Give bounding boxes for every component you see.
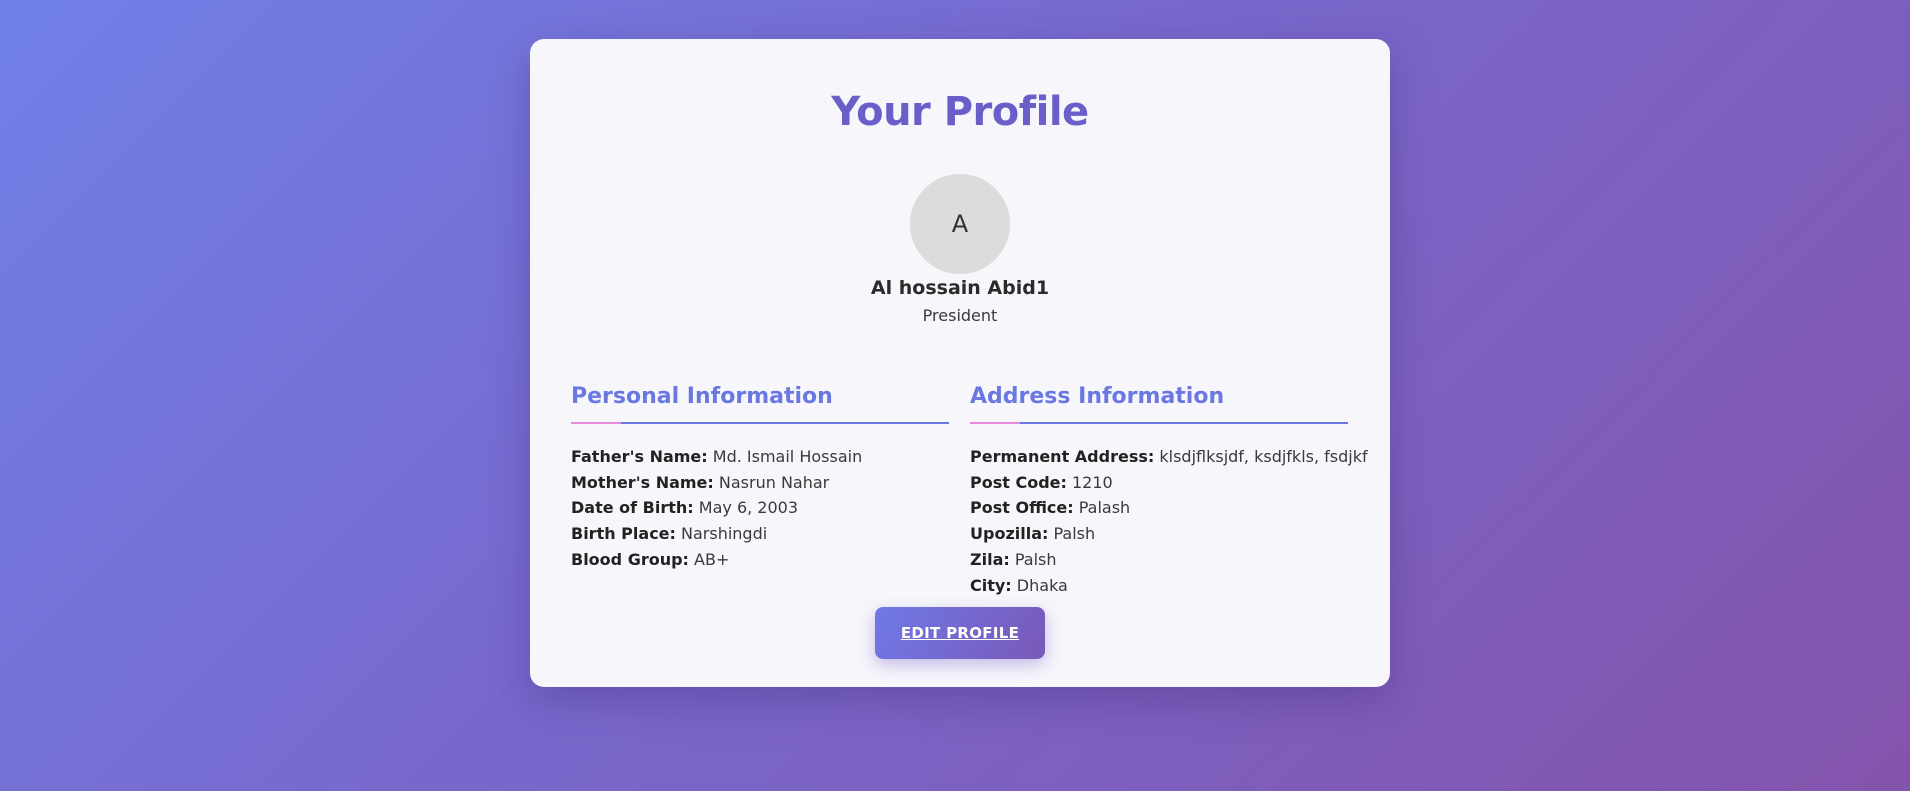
info-value: Narshingdi	[681, 524, 768, 544]
info-row-date-of-birth: Date of Birth: May 6, 2003	[571, 495, 949, 521]
info-value: 1210	[1072, 472, 1113, 492]
info-row-zila: Zila: Palsh	[970, 547, 1348, 573]
info-label: Blood Group:	[571, 549, 689, 569]
info-label: City:	[970, 575, 1012, 595]
page-title: Your Profile	[831, 89, 1089, 135]
info-value: Nasrun Nahar	[718, 472, 830, 492]
profile-card: Your Profile A Al hossain Abid1 Presiden…	[530, 39, 1390, 687]
info-row-city: City: Dhaka	[970, 573, 1348, 599]
section-divider	[970, 422, 1348, 424]
info-label: Mother's Name:	[571, 472, 714, 492]
section-title-personal: Personal Information	[571, 384, 833, 409]
info-value: klsdjflksjdf, ksdjfkls, fsdjkf	[1159, 447, 1368, 466]
avatar-initial: A	[951, 210, 969, 238]
info-label: Birth Place:	[571, 524, 676, 544]
personal-information-section: Personal Information Father's Name: Md. …	[571, 382, 949, 573]
section-divider	[571, 422, 949, 424]
info-label: Upozilla:	[970, 524, 1049, 544]
avatar: A	[910, 174, 1010, 274]
info-label: Post Office:	[970, 498, 1074, 518]
info-row-upozilla: Upozilla: Palsh	[970, 521, 1348, 547]
info-value: AB+	[694, 549, 730, 569]
info-row-post-code: Post Code: 1210	[970, 470, 1348, 496]
edit-profile-button[interactable]: EDIT PROFILE	[875, 607, 1045, 659]
info-value: Md. Ismail Hossain	[712, 447, 863, 466]
info-label: Date of Birth:	[571, 498, 694, 518]
info-value: Palsh	[1053, 524, 1096, 544]
info-row-birth-place: Birth Place: Narshingdi	[571, 521, 949, 547]
info-row-permanent-address: Permanent Address: klsdjflksjdf, ksdjfkl…	[970, 444, 1368, 470]
info-label: Permanent Address:	[970, 447, 1155, 466]
section-title-address: Address Information	[970, 384, 1225, 409]
info-label: Zila:	[970, 549, 1010, 569]
info-row-mothers-name: Mother's Name: Nasrun Nahar	[571, 470, 949, 496]
info-row-blood-group: Blood Group: AB+	[571, 547, 949, 573]
user-role: President	[922, 306, 998, 325]
info-value: Palsh	[1014, 549, 1057, 569]
user-name: Al hossain Abid1	[870, 277, 1050, 299]
info-value: May 6, 2003	[698, 498, 799, 518]
info-row-post-office: Post Office: Palash	[970, 495, 1348, 521]
info-row-fathers-name: Father's Name: Md. Ismail Hossain	[571, 444, 949, 470]
info-value: Dhaka	[1016, 575, 1068, 595]
info-label: Father's Name:	[571, 447, 708, 466]
info-value: Palash	[1078, 498, 1131, 518]
address-information-section: Address Information Permanent Address: k…	[970, 382, 1368, 599]
info-label: Post Code:	[970, 472, 1067, 492]
